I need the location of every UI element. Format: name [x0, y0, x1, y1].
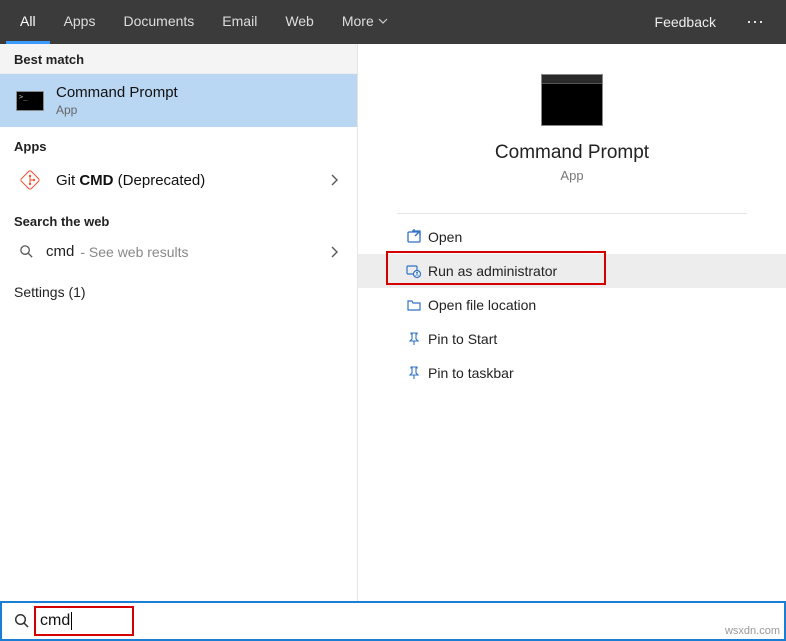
chevron-right-icon [325, 173, 343, 187]
tab-more[interactable]: More [328, 0, 402, 44]
result-title: Git CMD (Deprecated) [56, 172, 325, 189]
apps-header: Apps [0, 127, 357, 158]
best-match-command-prompt[interactable]: Command Prompt App [0, 74, 357, 127]
search-tab-bar: All Apps Documents Email Web More Feedba… [0, 0, 786, 44]
settings-results[interactable]: Settings (1) [0, 270, 357, 314]
command-prompt-icon [14, 89, 46, 113]
action-list: Open Run as administrator Open file loca… [358, 220, 786, 390]
action-run-as-administrator[interactable]: Run as administrator [358, 254, 786, 288]
detail-pane: Command Prompt App Open Run as administr… [358, 44, 786, 601]
result-title: Command Prompt [56, 84, 343, 101]
web-query: cmd [46, 243, 74, 260]
search-icon [14, 244, 38, 259]
tab-all[interactable]: All [6, 0, 50, 44]
search-input-bar[interactable]: cmd [0, 601, 786, 641]
results-list: Best match Command Prompt App Apps [0, 44, 358, 601]
action-open-file-location[interactable]: Open file location [358, 288, 786, 322]
chevron-down-icon [378, 16, 388, 26]
divider [397, 213, 748, 214]
tab-documents[interactable]: Documents [109, 0, 208, 44]
chevron-right-icon [325, 245, 343, 259]
open-icon [400, 229, 428, 245]
search-results-area: Best match Command Prompt App Apps [0, 44, 786, 601]
apps-item-git-cmd[interactable]: Git CMD (Deprecated) [0, 158, 357, 202]
feedback-link[interactable]: Feedback [639, 0, 732, 44]
tab-email[interactable]: Email [208, 0, 271, 44]
annotation-highlight [386, 251, 606, 285]
annotation-highlight [34, 606, 134, 636]
folder-icon [400, 297, 428, 313]
pin-icon [400, 331, 428, 347]
tab-apps[interactable]: Apps [50, 0, 110, 44]
tab-web[interactable]: Web [271, 0, 328, 44]
detail-title: Command Prompt [495, 142, 649, 164]
more-options-button[interactable]: ⋯ [732, 0, 780, 44]
search-icon [14, 613, 30, 629]
action-pin-to-start[interactable]: Pin to Start [358, 322, 786, 356]
action-pin-to-taskbar[interactable]: Pin to taskbar [358, 356, 786, 390]
watermark: wsxdn.com [725, 625, 780, 637]
git-icon [14, 168, 46, 192]
command-prompt-large-icon [541, 74, 603, 126]
best-match-header: Best match [0, 44, 357, 74]
action-open[interactable]: Open [358, 220, 786, 254]
detail-subtitle: App [560, 168, 583, 183]
web-hint: - See web results [80, 244, 188, 260]
search-web-header: Search the web [0, 202, 357, 233]
result-subtitle: App [56, 103, 343, 117]
pin-icon [400, 365, 428, 381]
web-result-cmd[interactable]: cmd - See web results [0, 233, 357, 270]
